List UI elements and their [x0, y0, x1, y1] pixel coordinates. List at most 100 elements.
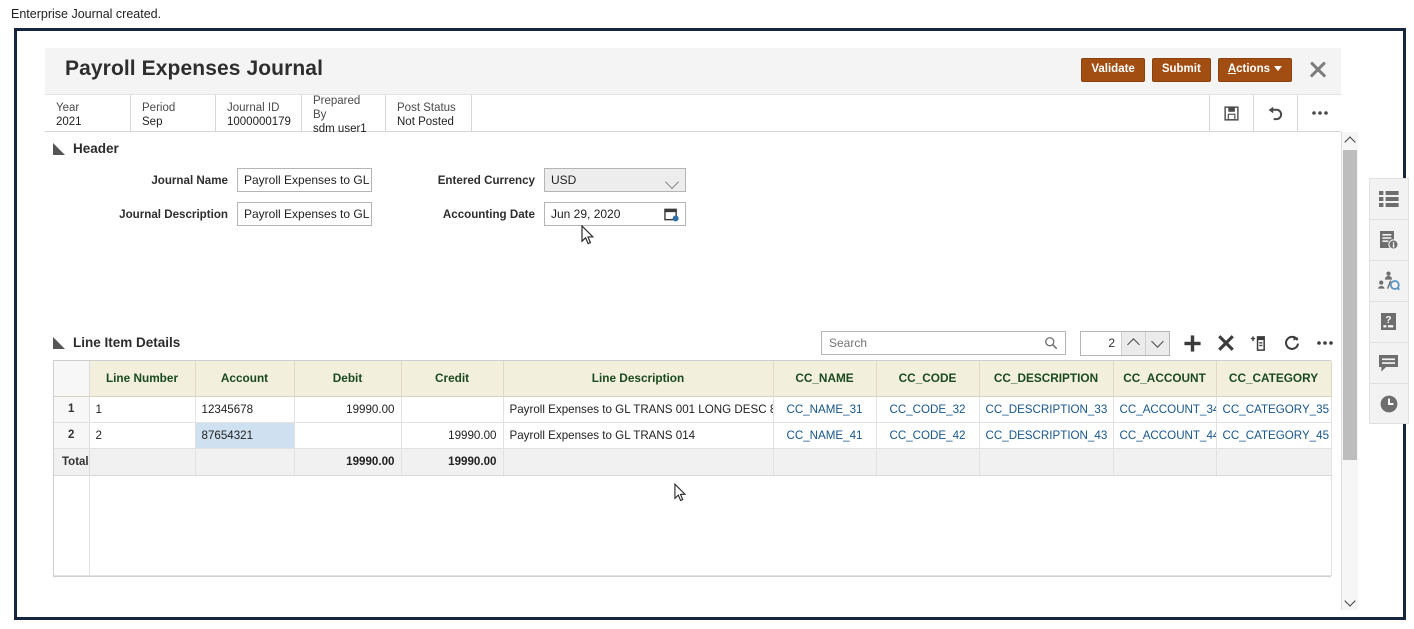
field-row-1: Journal Name Payroll Expenses to GL T En… [57, 168, 697, 192]
total-cc-code [876, 448, 979, 475]
cell-cc-account[interactable]: CC_ACCOUNT_34 [1113, 396, 1216, 422]
column-header-cc-code[interactable]: CC_CODE [876, 361, 979, 396]
rail-button-list[interactable] [1369, 178, 1409, 219]
empty-row-body [89, 475, 1331, 575]
collapse-triangle-icon [53, 337, 65, 349]
row-number-spinner[interactable]: 2 [1080, 331, 1170, 356]
comments-icon [1378, 354, 1400, 373]
total-line-description [503, 448, 773, 475]
vertical-scrollbar[interactable] [1341, 132, 1358, 610]
row-header[interactable]: 1 [54, 396, 89, 422]
accounting-date-input[interactable]: Jun 29, 2020 [544, 202, 686, 226]
cell-line-description[interactable]: Payroll Expenses to GL TRANS 014 [503, 422, 773, 448]
cell-cc-name[interactable]: CC_NAME_31 [773, 396, 876, 422]
more-options-icon [1311, 110, 1329, 116]
rail-button-comments[interactable] [1369, 342, 1409, 383]
cell-credit[interactable]: 19990.00 [401, 422, 503, 448]
info-label: Post Status [397, 101, 461, 115]
column-header-rownum[interactable] [54, 361, 89, 396]
column-header-credit[interactable]: Credit [401, 361, 503, 396]
chevron-down-icon [665, 175, 679, 189]
save-button[interactable] [1209, 95, 1253, 131]
close-icon[interactable] [1305, 57, 1331, 83]
submit-button[interactable]: Submit [1152, 58, 1211, 82]
notification-bar: Enterprise Journal created. [0, 0, 1414, 28]
total-cc-name [773, 448, 876, 475]
validate-button[interactable]: Validate [1081, 58, 1144, 82]
column-header-cc-description[interactable]: CC_DESCRIPTION [979, 361, 1113, 396]
column-header-cc-category[interactable]: CC_CATEGORY [1216, 361, 1331, 396]
column-header-account[interactable]: Account [195, 361, 294, 396]
cell-cc-account[interactable]: CC_ACCOUNT_44 [1113, 422, 1216, 448]
insert-row-button[interactable] [1242, 329, 1275, 357]
search-input[interactable]: Search [822, 336, 1044, 350]
scroll-up-button[interactable] [1342, 132, 1358, 148]
rail-button-history[interactable] [1369, 383, 1409, 424]
cell-cc-description[interactable]: CC_DESCRIPTION_43 [979, 422, 1113, 448]
column-header-line-description[interactable]: Line Description [503, 361, 773, 396]
entered-currency-select[interactable]: USD [544, 168, 686, 192]
calendar-picker-button[interactable] [664, 207, 679, 229]
journal-description-input[interactable]: Payroll Expenses to GL T [237, 202, 372, 226]
undo-icon [1267, 106, 1284, 121]
search-box[interactable]: Search [821, 331, 1066, 355]
lines-section-toggle[interactable]: Line Item Details [53, 335, 180, 350]
total-line-number [89, 448, 195, 475]
journal-description-label: Journal Description [57, 208, 237, 221]
rail-button-approval-flow[interactable] [1369, 260, 1409, 301]
cell-cc-category[interactable]: CC_CATEGORY_35 [1216, 396, 1331, 422]
journal-name-input[interactable]: Payroll Expenses to GL T [237, 168, 372, 192]
header-section-title: Header [53, 141, 119, 156]
add-row-button[interactable] [1176, 329, 1209, 357]
table-row[interactable]: 2 2 87654321 19990.00 Payroll Expenses t… [54, 422, 1331, 448]
cell-debit[interactable]: 19990.00 [294, 396, 401, 422]
column-header-cc-name[interactable]: CC_NAME [773, 361, 876, 396]
actions-menu-button[interactable]: Actions [1218, 58, 1292, 82]
journal-dialog: Payroll Expenses Journal Validate Submit… [45, 48, 1389, 610]
spinner-up-button[interactable] [1121, 332, 1145, 355]
journal-name-label: Journal Name [57, 174, 237, 187]
cell-account[interactable]: 87654321 [195, 422, 294, 448]
svg-text:?: ? [1385, 315, 1391, 326]
more-options-button[interactable] [1297, 95, 1341, 131]
scrollbar-thumb[interactable] [1343, 150, 1357, 460]
calendar-icon [664, 207, 679, 222]
info-field-post-status: Post Status Not Posted [386, 95, 472, 131]
cell-cc-category[interactable]: CC_CATEGORY_45 [1216, 422, 1331, 448]
info-value: Sep [142, 115, 205, 129]
more-options-icon [1316, 340, 1334, 346]
journal-info-bar: Year 2021 Period Sep Journal ID 10000001… [45, 95, 1341, 132]
column-header-debit[interactable]: Debit [294, 361, 401, 396]
dialog-action-buttons: Validate Submit Actions [1081, 57, 1337, 83]
row-header[interactable]: 2 [54, 422, 89, 448]
cell-account[interactable]: 12345678 [195, 396, 294, 422]
column-header-cc-account[interactable]: CC_ACCOUNT [1113, 361, 1216, 396]
row-number-value[interactable]: 2 [1081, 336, 1121, 350]
spinner-down-button[interactable] [1145, 332, 1169, 355]
refresh-icon [1283, 334, 1301, 352]
search-icon[interactable] [1044, 336, 1058, 350]
cell-credit[interactable] [401, 396, 503, 422]
cell-line-description[interactable]: Payroll Expenses to GL TRANS 001 LONG DE… [503, 396, 773, 422]
cell-line-number[interactable]: 2 [89, 422, 195, 448]
total-account [195, 448, 294, 475]
cell-debit[interactable] [294, 422, 401, 448]
lines-more-options-button[interactable] [1308, 329, 1341, 357]
rail-button-help[interactable]: ? [1369, 301, 1409, 342]
cell-cc-code[interactable]: CC_CODE_42 [876, 422, 979, 448]
scroll-down-button[interactable] [1342, 594, 1358, 610]
cell-cc-name[interactable]: CC_NAME_41 [773, 422, 876, 448]
delete-row-button[interactable] [1209, 329, 1242, 357]
window-frame: Payroll Expenses Journal Validate Submit… [14, 28, 1406, 620]
cell-cc-description[interactable]: CC_DESCRIPTION_33 [979, 396, 1113, 422]
header-section-toggle[interactable]: Header [53, 141, 119, 156]
table-row[interactable]: 1 1 12345678 19990.00 Payroll Expenses t… [54, 396, 1331, 422]
column-header-line-number[interactable]: Line Number [89, 361, 195, 396]
rail-button-document-info[interactable] [1369, 219, 1409, 260]
actions-accesskey: A [1228, 63, 1236, 75]
cell-line-number[interactable]: 1 [89, 396, 195, 422]
chevron-up-icon [1344, 136, 1355, 147]
cell-cc-code[interactable]: CC_CODE_32 [876, 396, 979, 422]
undo-button[interactable] [1253, 95, 1297, 131]
refresh-button[interactable] [1275, 329, 1308, 357]
